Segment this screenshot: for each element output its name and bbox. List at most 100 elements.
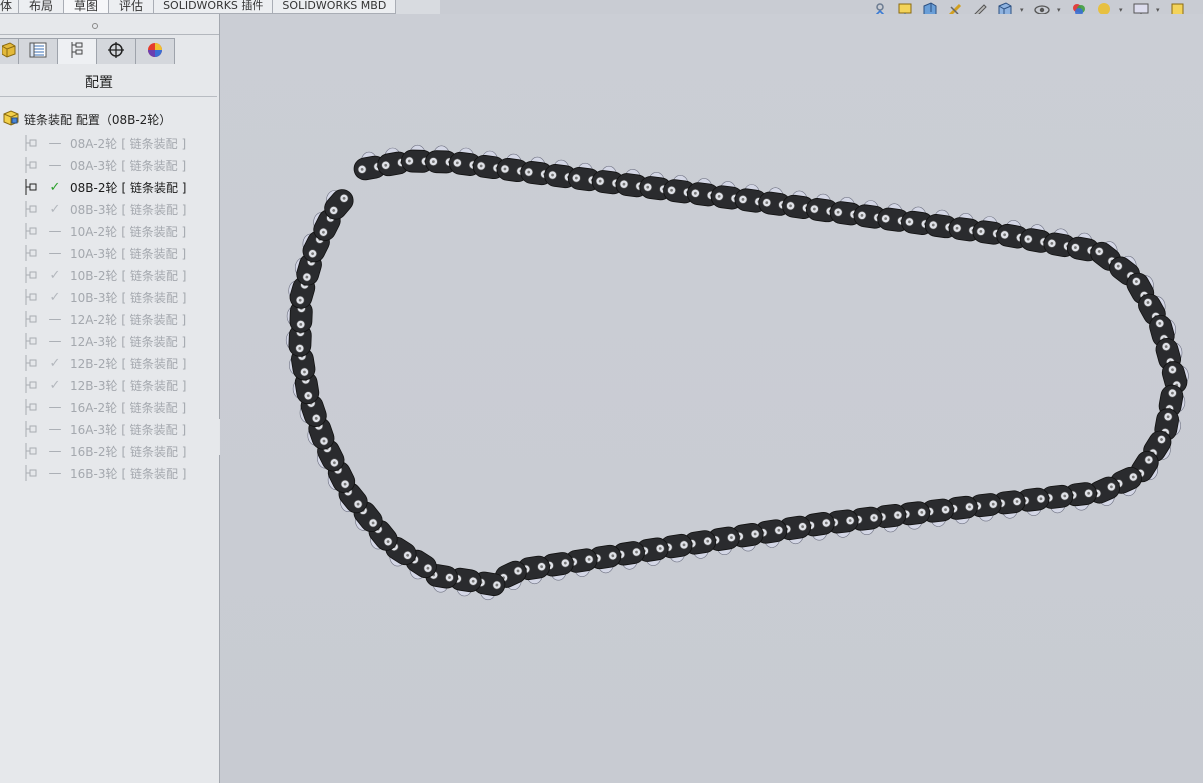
config-item[interactable]: — 16B-3轮[ 链条装配 ] xyxy=(24,462,186,484)
config-item[interactable]: ✓ 10B-3轮[ 链条装配 ] xyxy=(24,286,186,308)
configuration-manager-panel: 配置 链条装配 配置（08B-2轮） —08A-2轮[ 链条装配 ] —08A-3… xyxy=(0,14,220,783)
roller-chain-model[interactable] xyxy=(220,14,1203,783)
config-tag: [ 链条装配 ] xyxy=(121,202,187,217)
config-connector-icon xyxy=(24,179,40,195)
display-manager-tab[interactable] xyxy=(135,38,175,64)
config-item[interactable]: — 16A-3轮[ 链条装配 ] xyxy=(24,418,186,440)
config-tag: [ 链条装配 ] xyxy=(121,444,187,459)
dash-icon: — xyxy=(48,465,62,481)
divider xyxy=(0,96,217,97)
config-item[interactable]: — 08A-3轮[ 链条装配 ] xyxy=(24,154,186,176)
tab-solidworks-mbd[interactable]: SOLIDWORKS MBD xyxy=(272,0,397,14)
config-connector-icon xyxy=(24,355,40,371)
configuration-list: —08A-2轮[ 链条装配 ] —08A-3轮[ 链条装配 ] ✓ 08B-2轮[ 链… xyxy=(24,132,186,484)
config-connector-icon xyxy=(24,311,40,327)
tab-0[interactable]: 体 xyxy=(0,0,20,14)
config-connector-icon xyxy=(24,245,40,261)
tab-solidworks-addins[interactable]: SOLIDWORKS 插件 xyxy=(153,0,274,14)
config-root[interactable]: 链条装配 配置（08B-2轮） xyxy=(2,109,172,130)
tab-sketch[interactable]: 草图 xyxy=(63,0,110,14)
config-tag: [ 链条装配 ] xyxy=(121,290,187,305)
feature-manager-tab[interactable] xyxy=(0,38,19,64)
config-name: 08A-3轮 xyxy=(70,158,118,173)
check-icon: ✓ xyxy=(49,289,61,305)
config-tag: [ 链条装配 ] xyxy=(121,158,187,173)
config-connector-icon xyxy=(24,289,40,305)
config-root-label: 链条装配 配置（08B-2轮） xyxy=(24,112,172,127)
config-name: 12B-2轮 xyxy=(70,356,118,371)
manager-tabs xyxy=(0,38,175,64)
property-manager-tab[interactable] xyxy=(18,38,58,64)
config-connector-icon xyxy=(24,465,40,481)
tab-layout[interactable]: 布局 xyxy=(18,0,65,14)
config-name: 12B-3轮 xyxy=(70,378,118,393)
config-tag: [ 链条装配 ] xyxy=(121,136,187,151)
property-manager-icon xyxy=(29,42,47,61)
config-tag: [ 链条装配 ] xyxy=(121,224,187,239)
feature-manager-icon xyxy=(1,42,16,61)
config-connector-icon xyxy=(24,267,40,283)
dimxpert-tab[interactable] xyxy=(96,38,136,64)
config-connector-icon xyxy=(24,157,40,173)
config-connector-icon xyxy=(24,421,40,437)
config-item[interactable]: — 12A-3轮[ 链条装配 ] xyxy=(24,330,186,352)
check-icon: ✓ xyxy=(49,179,61,195)
config-name: 16B-2轮 xyxy=(70,444,118,459)
command-manager-tabs: 体 布局 草图 评估 SOLIDWORKS 插件 SOLIDWORKS MBD xyxy=(0,0,440,14)
config-tag: [ 链条装配 ] xyxy=(121,180,187,195)
config-name: 10A-3轮 xyxy=(70,246,118,261)
dash-icon: — xyxy=(48,421,62,437)
config-connector-icon xyxy=(24,377,40,393)
config-tag: [ 链条装配 ] xyxy=(121,422,187,437)
configuration-manager-tab[interactable] xyxy=(57,38,97,64)
config-item[interactable]: ✓ 08B-2轮[ 链条装配 ] xyxy=(24,176,186,198)
config-tag: [ 链条装配 ] xyxy=(121,246,187,261)
tab-evaluate[interactable]: 评估 xyxy=(108,0,155,14)
dash-icon: — xyxy=(48,157,62,173)
config-tag: [ 链条装配 ] xyxy=(121,378,187,393)
check-icon: ✓ xyxy=(49,201,61,217)
config-name: 12A-2轮 xyxy=(70,312,118,327)
config-connector-icon xyxy=(24,223,40,239)
chevron-down-icon[interactable]: ▾ xyxy=(1156,6,1163,14)
chevron-down-icon[interactable]: ▾ xyxy=(1020,6,1027,14)
config-item[interactable]: — 10A-2轮[ 链条装配 ] xyxy=(24,220,186,242)
assembly-icon xyxy=(2,109,20,130)
config-item[interactable]: — 08A-2轮[ 链条装配 ] xyxy=(24,132,186,154)
config-connector-icon xyxy=(24,135,40,151)
dash-icon: — xyxy=(48,333,62,349)
config-name: 16A-2轮 xyxy=(70,400,118,415)
config-tag: [ 链条装配 ] xyxy=(121,466,187,481)
config-tag: [ 链条装配 ] xyxy=(121,400,187,415)
config-item[interactable]: ✓ 12B-3轮[ 链条装配 ] xyxy=(24,374,186,396)
dash-icon: — xyxy=(48,223,62,239)
divider xyxy=(0,34,219,35)
dash-icon: — xyxy=(48,135,62,151)
chevron-down-icon[interactable]: ▾ xyxy=(1119,6,1126,14)
config-tag: [ 链条装配 ] xyxy=(121,334,187,349)
config-tag: [ 链条装配 ] xyxy=(121,356,187,371)
config-name: 12A-3轮 xyxy=(70,334,118,349)
graphics-viewport[interactable] xyxy=(220,14,1203,783)
dash-icon: — xyxy=(48,399,62,415)
config-connector-icon xyxy=(24,333,40,349)
config-name: 08B-3轮 xyxy=(70,202,118,217)
configuration-manager-icon xyxy=(69,41,85,62)
config-item[interactable]: ✓ 10B-2轮[ 链条装配 ] xyxy=(24,264,186,286)
config-item[interactable]: — 16B-2轮[ 链条装配 ] xyxy=(24,440,186,462)
panel-collapse-handle[interactable] xyxy=(92,23,98,29)
config-item[interactable]: ✓ 08B-3轮[ 链条装配 ] xyxy=(24,198,186,220)
config-item[interactable]: — 16A-2轮[ 链条装配 ] xyxy=(24,396,186,418)
config-name: 10B-3轮 xyxy=(70,290,118,305)
check-icon: ✓ xyxy=(49,355,61,371)
config-name: 10A-2轮 xyxy=(70,224,118,239)
display-manager-icon xyxy=(146,41,164,62)
config-name: 16A-3轮 xyxy=(70,422,118,437)
config-item[interactable]: ✓ 12B-2轮[ 链条装配 ] xyxy=(24,352,186,374)
config-tag: [ 链条装配 ] xyxy=(121,312,187,327)
config-item[interactable]: — 10A-3轮[ 链条装配 ] xyxy=(24,242,186,264)
dash-icon: — xyxy=(48,245,62,261)
dash-icon: — xyxy=(48,311,62,327)
chevron-down-icon[interactable]: ▾ xyxy=(1057,6,1064,14)
config-item[interactable]: — 12A-2轮[ 链条装配 ] xyxy=(24,308,186,330)
